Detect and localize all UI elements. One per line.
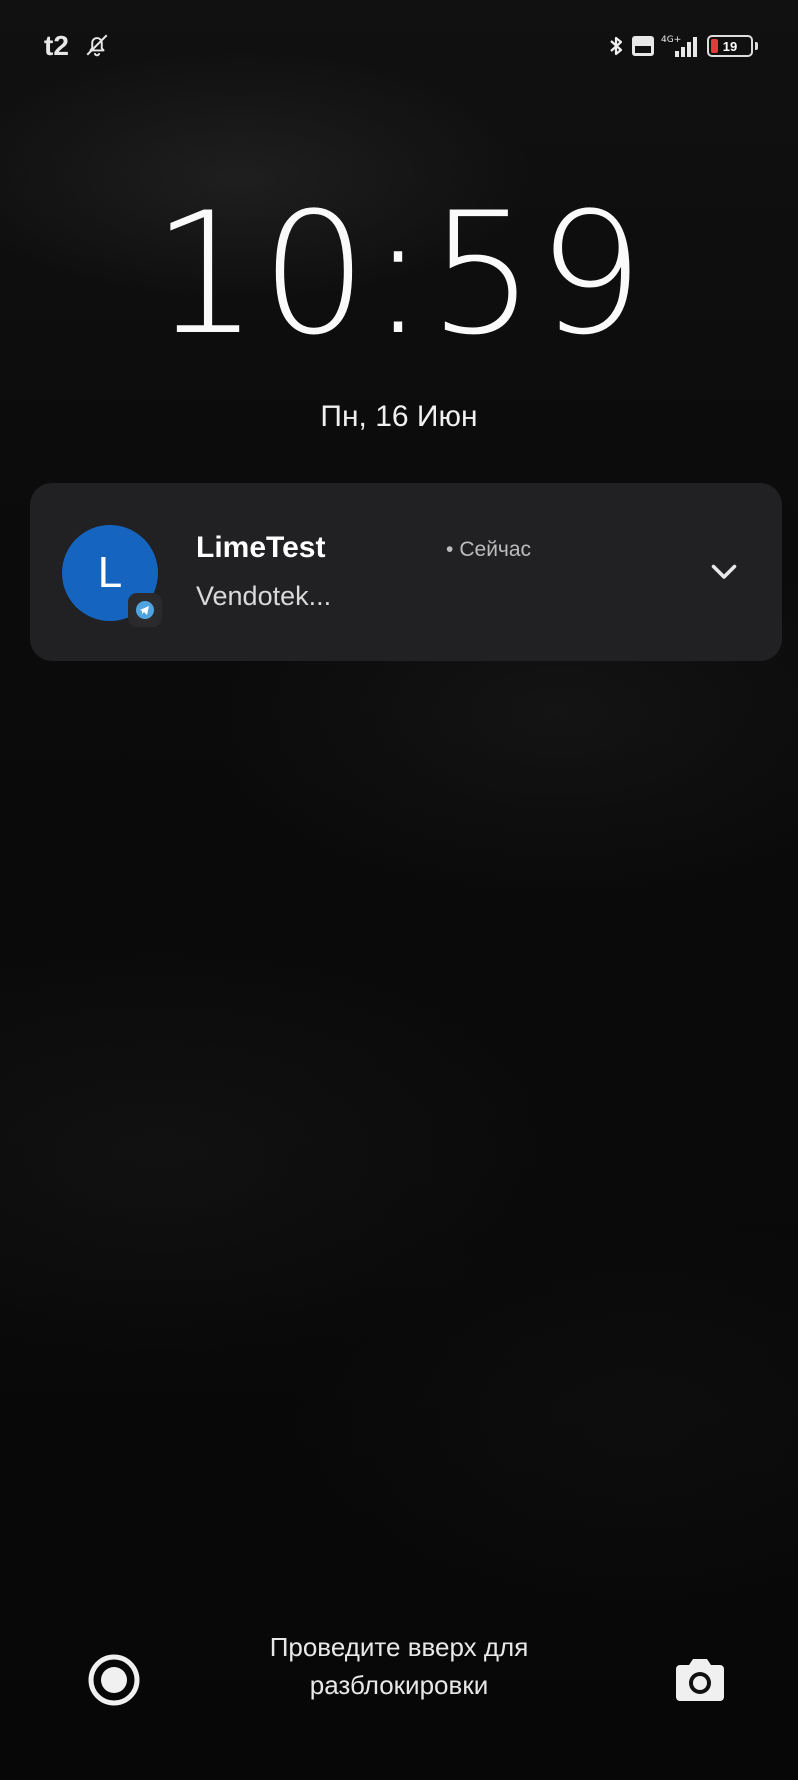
- carrier-label: t2: [44, 30, 69, 61]
- bluetooth-icon: [610, 36, 623, 56]
- time-separator: •: [446, 538, 454, 561]
- notification-body: Vendotek...: [196, 581, 332, 611]
- notification-time-label: Сейчас: [459, 538, 532, 561]
- status-icons: 4G+ 19: [607, 33, 758, 59]
- status-bar: t2 4G+ 19: [0, 0, 798, 90]
- notification-title: LimeTest: [196, 531, 326, 564]
- network-type-label: 4G+: [661, 35, 681, 45]
- battery-cap: [755, 42, 758, 50]
- lock-clock: 10:59: [151, 176, 647, 372]
- battery-icon: 19: [707, 35, 753, 57]
- avatar-letter: L: [97, 548, 123, 597]
- notification-card[interactable]: L LimeTest • Сейчас Vendotek...: [30, 483, 782, 661]
- camera-icon[interactable]: [672, 1655, 728, 1705]
- telegram-icon: [128, 593, 162, 627]
- lock-screen: t2 4G+ 19 10:59 Пн, 16 Июн L LimeTest • …: [0, 0, 798, 1780]
- chevron-down-icon[interactable]: [706, 553, 742, 589]
- notification-time: • Сейчас: [446, 538, 531, 562]
- volte-icon: [632, 36, 654, 56]
- bell-off-icon: [86, 34, 108, 57]
- battery-level: 19: [722, 38, 738, 54]
- battery-fill: [711, 39, 718, 53]
- lock-date: Пн, 16 Июн: [320, 400, 478, 433]
- signal-4g-icon: 4G+: [661, 35, 697, 57]
